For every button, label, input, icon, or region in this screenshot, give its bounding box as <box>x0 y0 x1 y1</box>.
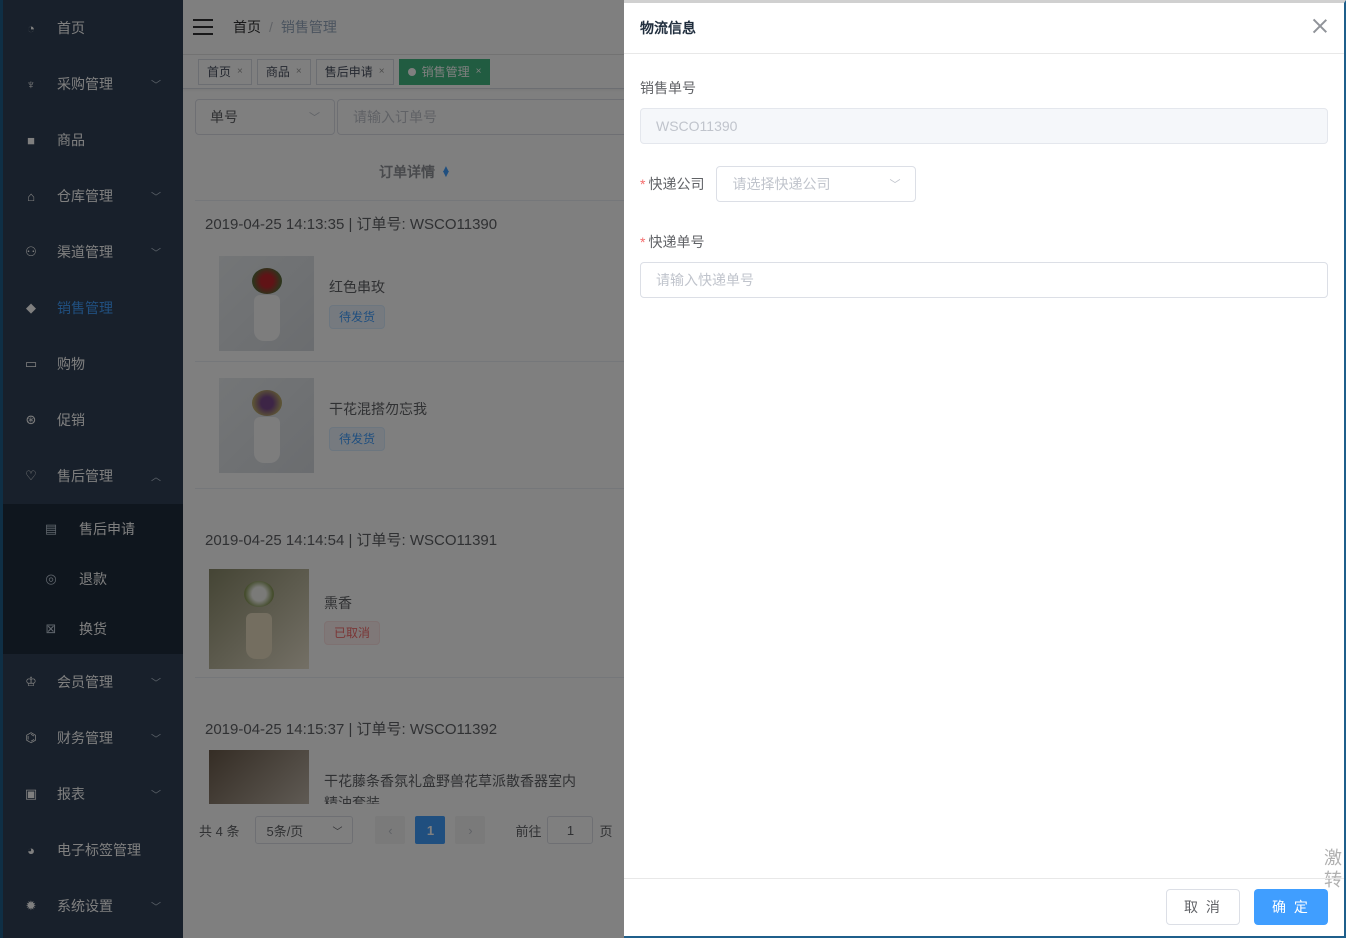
cancel-button[interactable]: 取 消 <box>1166 889 1240 925</box>
tracking-label: 快递单号 <box>648 234 705 250</box>
chevron-down-icon: ﹀ <box>889 179 901 191</box>
drawer-footer: 取 消 确 定 <box>624 878 1344 936</box>
company-label-wrap: * 快递公司 <box>640 174 704 194</box>
close-icon[interactable] <box>1312 18 1328 34</box>
drawer-header: 物流信息 <box>624 3 1344 54</box>
logistics-form: 销售单号 WSCO11390 * 快递公司 请选择快递公司 ﹀ * 快递单号 请输入… <box>624 54 1344 298</box>
required-mark: * <box>640 176 646 192</box>
required-mark: * <box>640 234 646 250</box>
logistics-drawer: 物流信息 销售单号 WSCO11390 * 快递公司 请选择快递公司 ﹀ * 快递单… <box>624 0 1346 938</box>
drawer-title: 物流信息 <box>640 20 696 36</box>
confirm-button[interactable]: 确 定 <box>1254 889 1328 925</box>
order-number-label: 销售单号 <box>640 80 696 96</box>
courier-company-placeholder: 请选择快递公司 <box>732 176 831 192</box>
company-row: * 快递公司 请选择快递公司 ﹀ <box>640 166 1328 202</box>
watermark-char: 激 <box>1324 848 1342 868</box>
courier-company-select[interactable]: 请选择快递公司 ﹀ <box>716 166 917 202</box>
modal-overlay[interactable] <box>0 0 624 938</box>
tracking-label-wrap: * 快递单号 <box>640 232 1328 252</box>
tracking-number-input[interactable]: 请输入快递单号 <box>640 262 1328 298</box>
order-number-field: WSCO11390 <box>640 108 1328 144</box>
company-label: 快递公司 <box>648 176 705 192</box>
